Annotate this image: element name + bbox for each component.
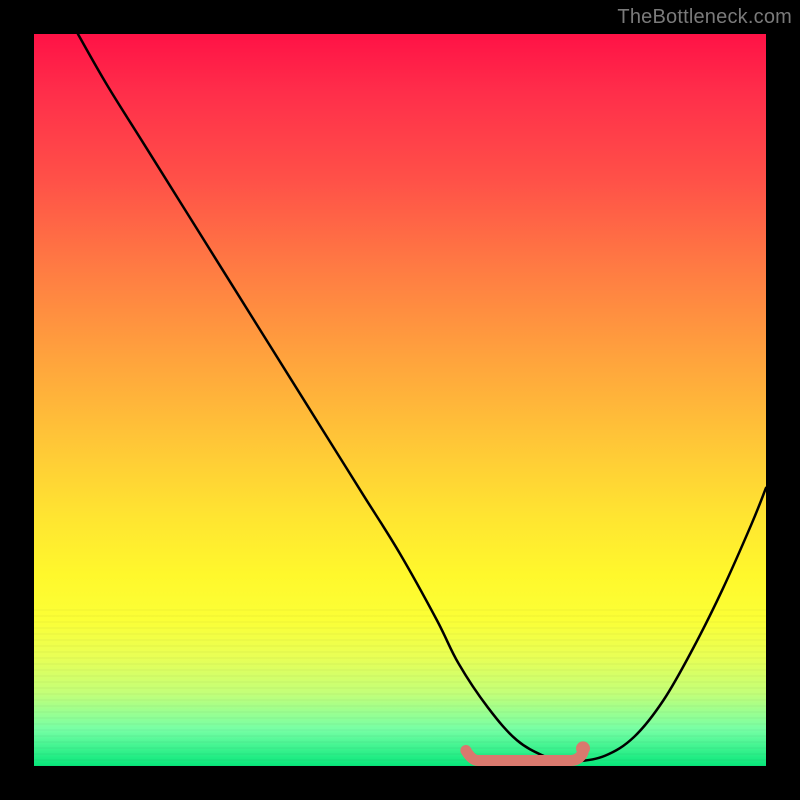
bottleneck-curve-path [78,34,766,762]
curve-layer [34,34,766,766]
chart-stage: TheBottleneck.com [0,0,800,800]
balanced-band-path [466,750,583,760]
watermark-text: TheBottleneck.com [617,6,792,29]
plot-area [34,34,766,766]
marker-dot [576,741,590,755]
